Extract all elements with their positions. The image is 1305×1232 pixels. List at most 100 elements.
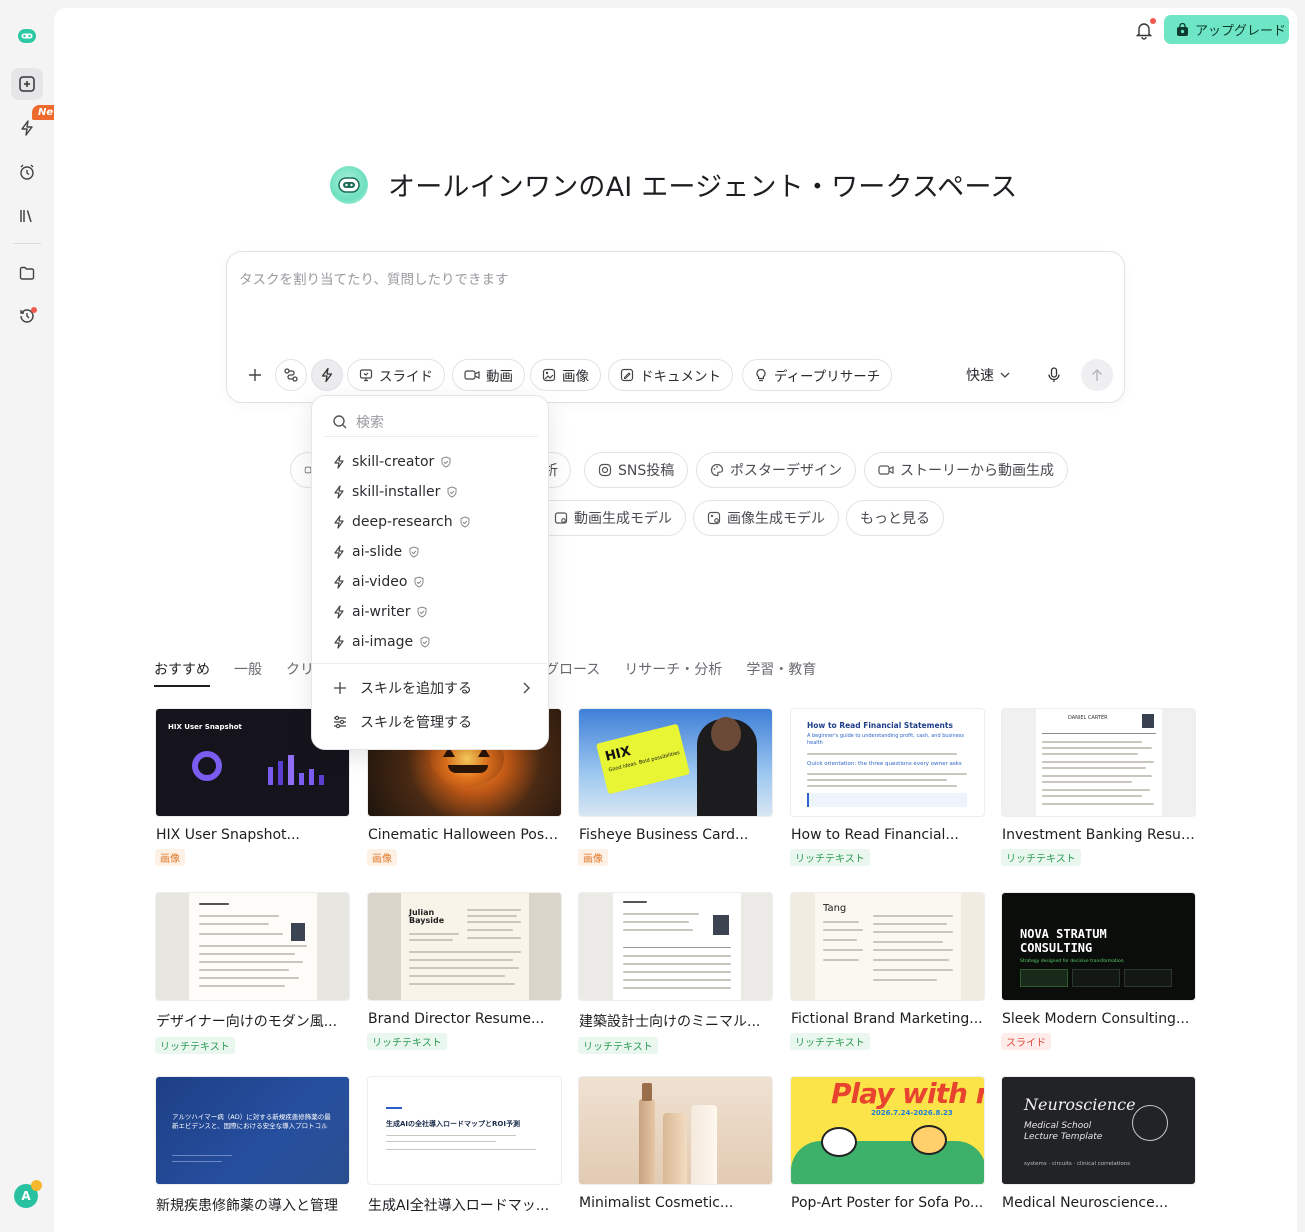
template-card[interactable]: Julian Bayside Brand Director Resume... … xyxy=(367,892,562,1050)
card-title: 建築設計士向けのミニマル... xyxy=(579,1014,761,1030)
voice-button[interactable] xyxy=(1038,359,1070,391)
video-settings-icon xyxy=(554,512,568,524)
skill-item-deep-research[interactable]: deep-research xyxy=(332,511,471,533)
verified-shield-icon xyxy=(420,636,430,648)
thumb-text: DANIEL CARTER xyxy=(1068,715,1108,721)
template-card[interactable]: Tang Fictional Brand Marketing... リッチテキス… xyxy=(790,892,985,1050)
verified-shield-icon xyxy=(447,486,457,498)
skill-item-ai-image[interactable]: ai-image xyxy=(332,631,431,653)
card-title: How to Read Financial... xyxy=(791,827,959,843)
card-title: Cinematic Halloween Poste... xyxy=(368,827,562,843)
suggestion-label: ポスターデザイン xyxy=(730,463,842,479)
suggestion-label: SNS投稿 xyxy=(618,463,675,479)
card-thumbnail: NOVA STRATUM CONSULTING Strategy designe… xyxy=(1001,892,1196,1001)
new-task-button[interactable] xyxy=(11,68,43,100)
skills-dropdown: 検索 skill-creator skill-installer deep-re… xyxy=(311,395,550,750)
chip-document-label: ドキュメント xyxy=(640,369,721,385)
template-card[interactable]: 生成AIの全社導入ロードマップとROI予測 生成AI全社導入ロードマッ... xyxy=(367,1076,562,1215)
folder-icon xyxy=(19,266,35,280)
skill-item-ai-slide[interactable]: ai-slide xyxy=(332,541,420,563)
workflow-button[interactable] xyxy=(275,359,307,391)
prompt-composer[interactable]: タスクを割り当てたり、質問したりできます スライド 動画 画像 ドキュメント デ… xyxy=(226,251,1125,403)
tab-general[interactable]: 一般 xyxy=(234,659,262,687)
thumb-text: アルツハイマー病（AD）に対する新規疾患修飾薬の最新エビデンスと、国際における安… xyxy=(172,1113,331,1130)
template-card[interactable]: Play with me! 2026.7.24-2026.8.23 Pop-Ar… xyxy=(790,1076,985,1211)
app-logo[interactable] xyxy=(11,20,43,52)
chip-document[interactable]: ドキュメント xyxy=(608,359,733,391)
plus-square-icon xyxy=(19,76,35,92)
lightbulb-icon xyxy=(756,368,766,382)
template-card[interactable]: HIX Good ideas. Bold possibilities Fishe… xyxy=(578,708,773,866)
skill-label: ai-video xyxy=(352,574,408,590)
video-icon xyxy=(464,370,480,380)
tab-research[interactable]: リサーチ・分析 xyxy=(624,659,722,687)
suggestion-pill-story-video[interactable]: ストーリーから動画生成 xyxy=(864,452,1068,488)
skill-label: skill-installer xyxy=(352,484,441,500)
plus-icon xyxy=(249,369,261,381)
suggestion-pill-sns[interactable]: SNS投稿 xyxy=(584,452,689,488)
card-title: Investment Banking Resum... xyxy=(1002,827,1196,843)
arrow-up-icon xyxy=(1091,368,1103,381)
suggestion-label: ストーリーから動画生成 xyxy=(900,463,1054,479)
sofa-graphic xyxy=(791,1141,984,1184)
suggestion-pill-image-model[interactable]: 画像生成モデル xyxy=(693,500,839,536)
document-edit-icon xyxy=(620,368,634,382)
search-placeholder: 検索 xyxy=(356,414,384,431)
lightning-icon xyxy=(334,455,344,469)
page-title: オールインワンのAI エージェント・ワークスペース xyxy=(388,172,1018,203)
upgrade-button[interactable]: アップグレード xyxy=(1164,15,1289,44)
chip-image[interactable]: 画像 xyxy=(530,359,601,391)
card-tag: 画像 xyxy=(367,849,397,866)
skills-button[interactable] xyxy=(311,359,343,391)
tab-creative[interactable]: クリ xyxy=(286,659,314,687)
suggestion-pill-more[interactable]: もっと見る xyxy=(846,500,944,536)
history-nav-button[interactable] xyxy=(11,300,43,332)
template-card[interactable]: 建築設計士向けのミニマル... リッチテキスト xyxy=(578,892,773,1054)
skill-item-ai-video[interactable]: ai-video xyxy=(332,571,425,593)
card-tag: リッチテキスト xyxy=(790,849,870,866)
thumb-text: 2026.7.24-2026.8.23 xyxy=(871,1109,953,1117)
template-card[interactable]: Neuroscience Medical School Lecture Temp… xyxy=(1001,1076,1196,1211)
schedule-nav-button[interactable] xyxy=(11,156,43,188)
attach-button[interactable] xyxy=(239,359,271,391)
speed-select[interactable]: 快速 xyxy=(966,365,1010,385)
card-thumbnail: Play with me! 2026.7.24-2026.8.23 xyxy=(790,1076,985,1185)
skill-item-skill-installer[interactable]: skill-installer xyxy=(332,481,458,503)
send-button[interactable] xyxy=(1081,359,1113,391)
thumb-text: 生成AIの全社導入ロードマップとROI予測 xyxy=(386,1120,520,1128)
skill-label: deep-research xyxy=(352,514,453,530)
manage-skills-button[interactable]: スキルを管理する xyxy=(332,710,530,734)
template-card[interactable]: DANIEL CARTER Investment Banking Resum..… xyxy=(1001,708,1196,866)
sliders-icon xyxy=(334,715,346,729)
thumb-title: HIX User Snapshot xyxy=(168,723,242,731)
skill-label: skill-creator xyxy=(352,454,435,470)
card-thumbnail: 生成AIの全社導入ロードマップとROI予測 xyxy=(367,1076,562,1185)
skill-label: ai-slide xyxy=(352,544,403,560)
template-card[interactable]: デザイナー向けのモダン風... リッチテキスト xyxy=(155,892,350,1054)
card-tag: リッチテキスト xyxy=(155,1037,235,1054)
card-title: Pop-Art Poster for Sofa Po... xyxy=(791,1195,984,1211)
lightning-icon xyxy=(334,635,344,649)
tab-recommended[interactable]: おすすめ xyxy=(154,659,210,687)
template-card[interactable]: アルツハイマー病（AD）に対する新規疾患修飾薬の最新エビデンスと、国際における安… xyxy=(155,1076,350,1215)
tab-education[interactable]: 学習・教育 xyxy=(746,659,816,687)
lightning-icon xyxy=(334,515,344,529)
template-card[interactable]: How to Read Financial Statements A begin… xyxy=(790,708,985,866)
template-card[interactable]: Minimalist Cosmetic... xyxy=(578,1076,773,1211)
chip-deep-research[interactable]: ディープリサーチ xyxy=(742,359,893,391)
prompt-input[interactable]: タスクを割り当てたり、質問したりできます xyxy=(239,268,508,288)
template-card[interactable]: NOVA STRATUM CONSULTING Strategy designe… xyxy=(1001,892,1196,1050)
skill-item-skill-creator[interactable]: skill-creator xyxy=(332,451,452,473)
suggestion-pill-video-model[interactable]: 動画生成モデル xyxy=(544,500,686,536)
card-tag: リッチテキスト xyxy=(1001,849,1081,866)
suggestion-pill-poster[interactable]: ポスターデザイン xyxy=(696,452,856,488)
add-skill-button[interactable]: スキルを追加する xyxy=(332,676,530,700)
files-nav-button[interactable] xyxy=(11,257,43,289)
chip-slide[interactable]: スライド xyxy=(347,359,445,391)
skills-search-input[interactable]: 検索 xyxy=(324,407,538,437)
chip-video[interactable]: 動画 xyxy=(452,359,525,391)
skill-item-ai-writer[interactable]: ai-writer xyxy=(332,601,428,623)
crown-icon xyxy=(31,1180,42,1191)
library-nav-button[interactable] xyxy=(11,200,43,232)
card-thumbnail: How to Read Financial Statements A begin… xyxy=(790,708,985,817)
